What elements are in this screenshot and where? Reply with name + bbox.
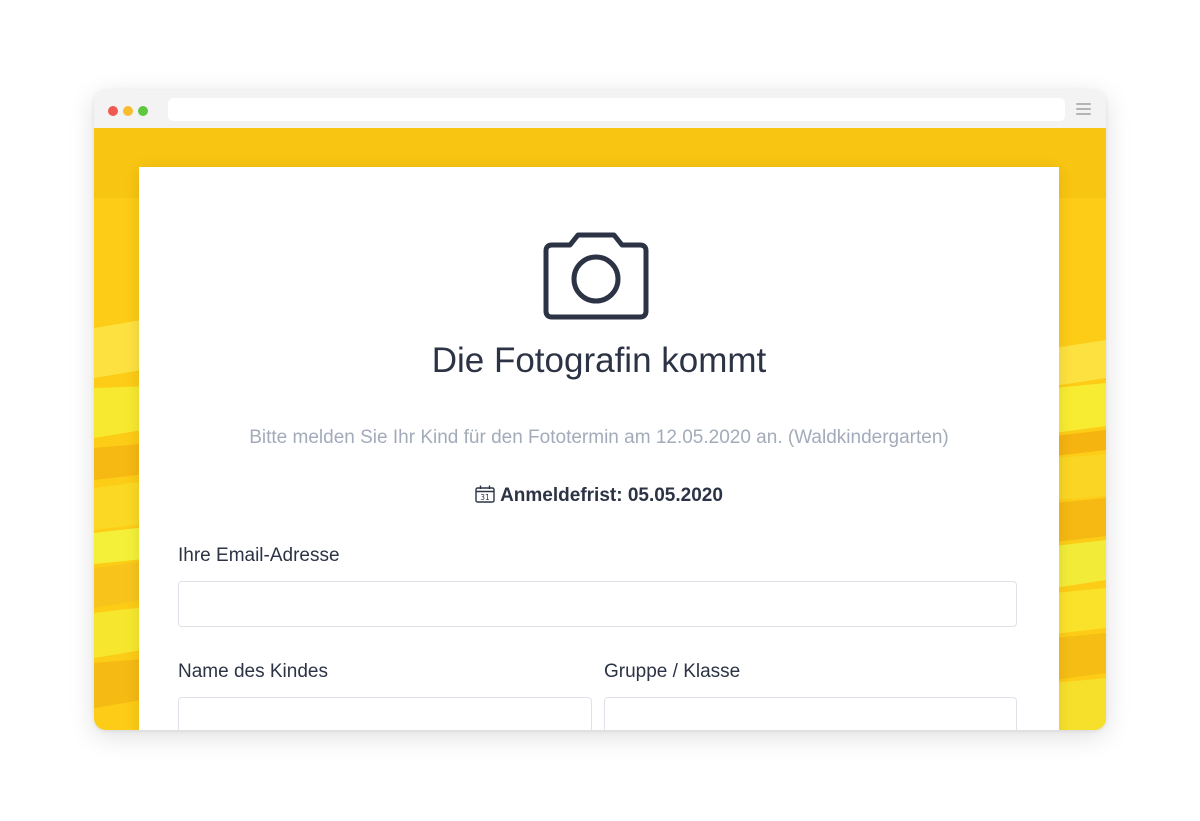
form-title: Die Fotografin kommt	[431, 341, 767, 380]
browser-titlebar	[94, 90, 1106, 128]
email-field[interactable]	[178, 581, 1017, 627]
address-bar[interactable]	[168, 98, 1065, 121]
hamburger-menu-icon[interactable]	[1076, 103, 1091, 115]
camera-icon	[543, 232, 649, 320]
maximize-window-button[interactable]	[138, 106, 148, 116]
close-window-button[interactable]	[108, 106, 118, 116]
child-name-field[interactable]	[178, 697, 592, 730]
browser-window: Die Fotografin kommt Bitte melden Sie Ih…	[94, 90, 1106, 730]
form-card: Die Fotografin kommt Bitte melden Sie Ih…	[139, 167, 1059, 730]
group-field[interactable]	[604, 697, 1017, 730]
page-viewport: Die Fotografin kommt Bitte melden Sie Ih…	[94, 128, 1106, 730]
calendar-day: 31	[480, 493, 490, 502]
form-subtitle: Bitte melden Sie Ihr Kind für den Fotote…	[249, 427, 949, 448]
child-name-label: Name des Kindes	[178, 661, 328, 682]
email-label: Ihre Email-Adresse	[178, 545, 340, 566]
deadline-text: Anmeldefrist: 05.05.2020	[500, 485, 723, 506]
group-label: Gruppe / Klasse	[604, 661, 741, 682]
minimize-window-button[interactable]	[123, 106, 133, 116]
registration-deadline: 31 Anmeldefrist: 05.05.2020	[139, 485, 1059, 507]
calendar-icon: 31	[475, 485, 495, 503]
